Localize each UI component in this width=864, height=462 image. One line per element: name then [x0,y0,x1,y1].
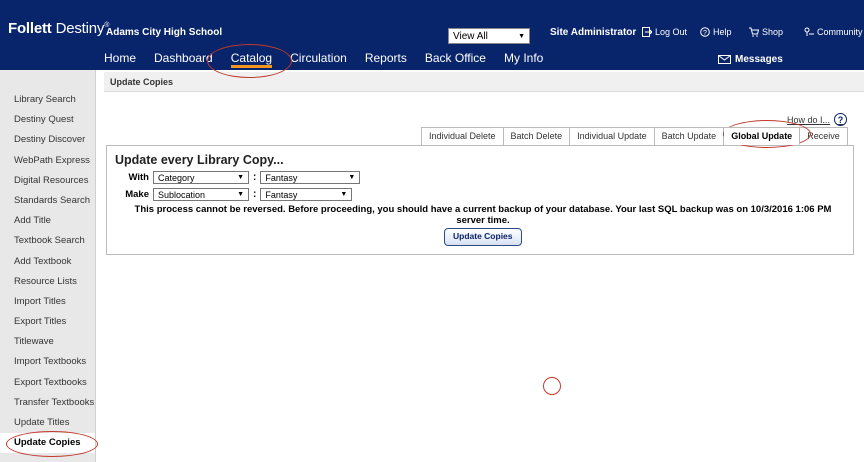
sidebar-item-add-textbook[interactable]: Add Textbook [0,252,95,272]
nav-home[interactable]: Home [104,51,136,65]
sidebar: Library Search Destiny Quest Destiny Dis… [0,70,96,462]
with-row: With Category ▼ : Fantasy ▼ [117,171,361,184]
sidebar-item-transfer-textbooks[interactable]: Transfer Textbooks [0,393,95,413]
annotation-cursor-circle [543,377,561,395]
tab-batch-delete[interactable]: Batch Delete [503,127,571,145]
logout-icon [642,27,652,37]
sidebar-item-export-textbooks[interactable]: Export Textbooks [0,373,95,393]
with-field-select[interactable]: Category ▼ [153,171,249,184]
nav-circulation[interactable]: Circulation [290,51,347,65]
sidebar-item-add-title[interactable]: Add Title [0,211,95,231]
with-label: With [128,172,150,183]
top-header: Follett Destiny® Adams City High School … [0,0,864,70]
make-label: Make [125,189,149,200]
question-icon: ? [834,113,848,126]
follett-destiny-logo[interactable]: Follett Destiny® [8,20,109,37]
nav-dashboard[interactable]: Dashboard [154,51,213,65]
with-value-select[interactable]: Fantasy ▼ [260,171,361,184]
tab-individual-update[interactable]: Individual Update [570,127,655,145]
tab-bar: Individual Delete Batch Delete Individua… [421,127,848,145]
backup-warning: This process cannot be reversed. Before … [134,204,832,226]
shop-link[interactable]: Shop [749,27,783,37]
nav-reports[interactable]: Reports [365,51,407,65]
panel-title: Update every Library Copy... [115,153,284,167]
site-select-dropdown[interactable]: View All ▼ [448,28,530,44]
sidebar-item-export-titles[interactable]: Export Titles [0,312,95,332]
sidebar-item-destiny-quest[interactable]: Destiny Quest [0,110,95,130]
nav-back-office[interactable]: Back Office [425,51,486,65]
nav-catalog[interactable]: Catalog [230,51,273,68]
tab-individual-delete[interactable]: Individual Delete [421,127,504,145]
sidebar-item-destiny-discover[interactable]: Destiny Discover [0,130,95,150]
sidebar-item-textbook-search[interactable]: Textbook Search [0,231,95,251]
breadcrumb: Update Copies [104,72,864,92]
sidebar-item-webpath-express[interactable]: WebPath Express [0,151,95,171]
make-field-select[interactable]: Sublocation ▼ [153,188,249,201]
sidebar-item-library-search[interactable]: Library Search [0,90,95,110]
nav-my-info[interactable]: My Info [504,51,543,65]
cart-icon [749,27,759,37]
envelope-icon [718,55,731,64]
chevron-down-icon: ▼ [518,32,525,40]
make-row: Make Sublocation ▼ : Fantasy ▼ [117,188,353,201]
chevron-down-icon: ▼ [237,191,244,198]
help-link[interactable]: ? Help [700,27,732,37]
svg-text:?: ? [703,30,707,37]
sidebar-item-update-copies[interactable]: Update Copies [0,433,95,454]
user-name: Site Administrator [550,27,637,38]
sidebar-item-standards-search[interactable]: Standards Search [0,191,95,211]
logout-link[interactable]: Log Out [642,27,687,37]
community-link[interactable]: Community [804,27,863,37]
sidebar-item-titlewave[interactable]: Titlewave [0,332,95,352]
global-update-panel: Update every Library Copy... With Catego… [106,145,854,255]
tab-receive[interactable]: Receive [800,127,848,145]
community-icon [804,27,814,36]
tab-global-update[interactable]: Global Update [724,127,801,145]
sidebar-item-resource-lists[interactable]: Resource Lists [0,272,95,292]
how-do-i-link[interactable]: How do I... ? [787,113,848,126]
messages-link[interactable]: Messages [718,54,783,65]
sidebar-item-update-titles[interactable]: Update Titles [0,413,95,433]
chevron-down-icon: ▼ [340,191,348,198]
sidebar-item-digital-resources[interactable]: Digital Resources [0,171,95,191]
tab-batch-update[interactable]: Batch Update [654,127,725,145]
chevron-down-icon: ▼ [237,174,244,181]
sidebar-item-import-textbooks[interactable]: Import Textbooks [0,352,95,372]
chevron-down-icon: ▼ [348,174,356,181]
sidebar-item-import-titles[interactable]: Import Titles [0,292,95,312]
make-value-select[interactable]: Fantasy ▼ [260,188,353,201]
update-copies-button[interactable]: Update Copies [444,228,522,246]
help-icon: ? [700,27,710,37]
main-nav: Home Dashboard Catalog Circulation Repor… [104,51,561,68]
school-name: Adams City High School [106,27,223,38]
